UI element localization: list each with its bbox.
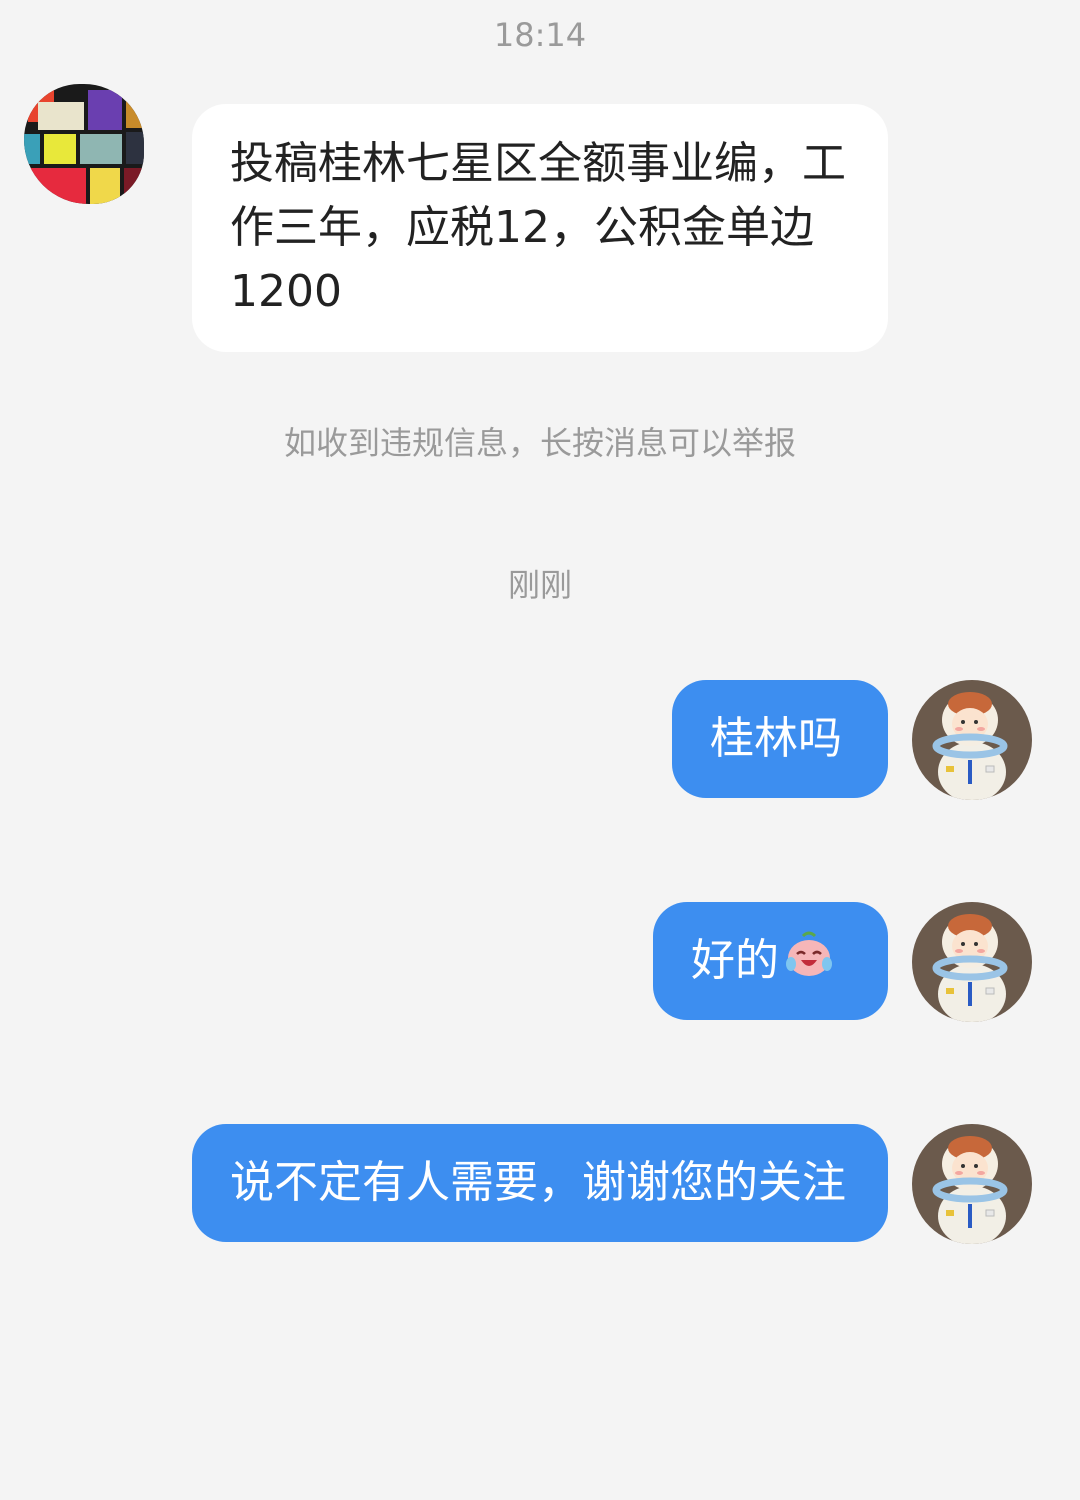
contact-avatar[interactable] — [24, 84, 144, 204]
message-text: 桂林吗 — [710, 713, 842, 764]
message-text: 投稿桂林七星区全额事业编，工作三年，应税12，公积金单边1200 — [230, 138, 846, 317]
timestamp-recent: 刚刚 — [507, 566, 572, 604]
message-bubble-outgoing[interactable]: 桂林吗 — [672, 680, 888, 798]
self-avatar[interactable] — [912, 680, 1032, 800]
message-text: 说不定有人需要，谢谢您的关注 — [230, 1157, 846, 1208]
self-avatar[interactable] — [912, 902, 1032, 1022]
astronaut-figurine-avatar-icon — [912, 680, 1032, 800]
self-avatar[interactable] — [912, 1124, 1032, 1244]
astronaut-figurine-avatar-icon — [912, 1124, 1032, 1244]
message-text: 好的 — [691, 935, 779, 986]
timestamp-top: 18:14 — [493, 16, 587, 54]
mosaic-avatar-icon — [24, 84, 144, 204]
message-bubble-incoming[interactable]: 投稿桂林七星区全额事业编，工作三年，应税12，公积金单边1200 — [192, 104, 888, 352]
message-bubble-outgoing[interactable]: 好的 — [653, 902, 888, 1020]
crying-laughing-emoji-icon — [783, 930, 835, 996]
report-notice: 如收到违规信息，长按消息可以举报 — [283, 424, 796, 462]
astronaut-figurine-avatar-icon — [912, 902, 1032, 1022]
message-bubble-outgoing[interactable]: 说不定有人需要，谢谢您的关注 — [192, 1124, 888, 1242]
